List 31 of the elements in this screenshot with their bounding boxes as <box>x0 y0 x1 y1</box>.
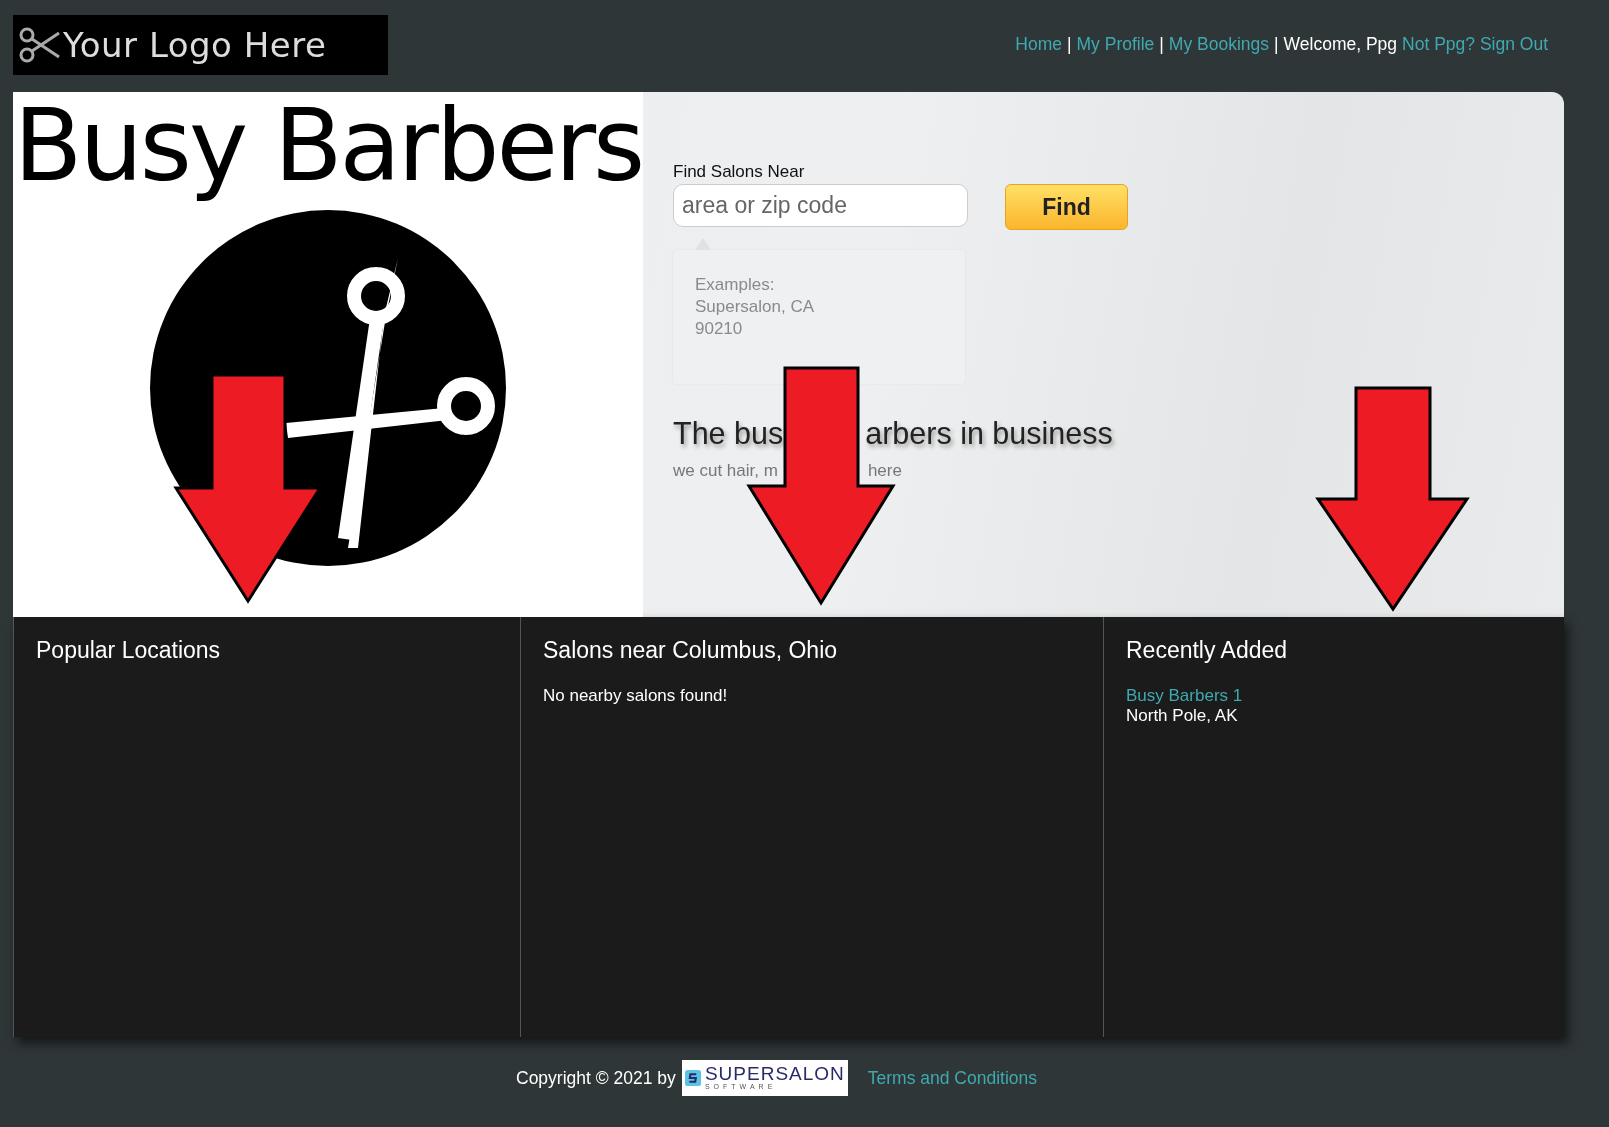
nav-link[interactable]: Home <box>1015 34 1062 55</box>
nav-link[interactable]: My Bookings <box>1168 34 1270 55</box>
tagline: The bus <box>673 416 784 451</box>
column-title: Salons near Columbus, Ohio <box>543 637 839 664</box>
logo-name: SUPERSALON <box>704 1065 845 1083</box>
brand-logo-text: Busy Barbers <box>13 92 643 206</box>
separator: | <box>1274 34 1279 55</box>
copyright-text: Copyright © 2021 by <box>516 1067 676 1089</box>
terms-link[interactable]: Terms and Conditions <box>867 1067 1038 1089</box>
salon-link[interactable]: Busy Barbers 1 <box>1126 686 1542 706</box>
location-field[interactable]: area or zip code <box>673 184 968 227</box>
hint-line: 90210 <box>695 318 744 340</box>
hint-line: Supersalon, CA <box>695 296 816 318</box>
tagline: arbers in business <box>865 416 1113 451</box>
empty-message: No nearby salons found! <box>543 686 729 706</box>
welcome-text: Welcome, Ppg <box>1283 34 1398 55</box>
logo-text: Your Logo Here <box>63 24 327 65</box>
separator: | <box>1159 34 1164 55</box>
column-title: Recently Added <box>1126 637 1289 664</box>
scissors-icon <box>19 26 61 63</box>
nav-link[interactable]: Not Ppg? Sign Out <box>1402 34 1548 55</box>
subtitle: here <box>867 461 902 481</box>
logo[interactable]: Your Logo Here <box>13 14 388 75</box>
separator: | <box>1066 34 1072 55</box>
salon-location: North Pole, AK <box>1126 706 1239 726</box>
search-label: Find Salons Near <box>673 162 806 182</box>
hint-line: Examples: <box>695 274 776 296</box>
find-button[interactable]: Find <box>1005 184 1128 230</box>
nav-link[interactable]: My Profile <box>1076 34 1155 55</box>
column-title: Popular Locations <box>36 637 222 664</box>
subtitle: we cut hair, m <box>673 461 778 481</box>
